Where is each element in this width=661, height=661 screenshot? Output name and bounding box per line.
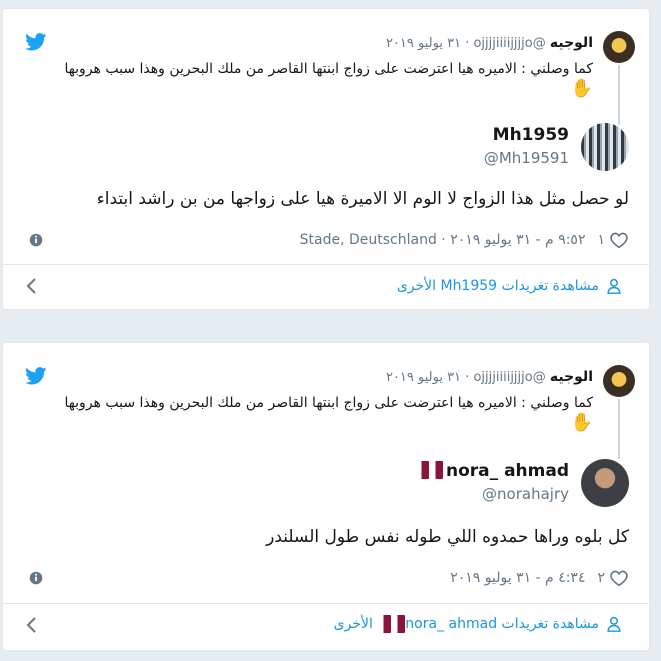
quoted-author-handle[interactable]: @ojjjjiiiijjjjo — [473, 36, 545, 51]
info-icon[interactable] — [27, 569, 45, 587]
quoted-tweet-text: كما وصلني : الاميره هيا اعترضت على زواج … — [33, 393, 593, 434]
card-divider — [3, 603, 649, 604]
quoted-author-handle[interactable]: @ojjjjiiiijjjjo — [473, 370, 545, 385]
tweet-location[interactable]: Stade, Deutschland — [300, 232, 437, 248]
quoted-author-name[interactable]: الوجيه — [550, 35, 593, 51]
view-more-tweets-link[interactable]: مشاهدة تغريدات Mh1959 الأخرى — [397, 277, 623, 295]
tweet-text: كل بلوه وراها حمدوه اللي طوله نفس طول ال… — [266, 527, 629, 547]
quoted-tweet-body: كما وصلني : الاميره هيا اعترضت على زواج … — [64, 61, 593, 77]
view-more-suffix: الأخرى — [333, 616, 373, 632]
tweet-timestamp[interactable]: ٩:٥٢ م - ٣١ يوليو ٢٠١٩ — [450, 232, 585, 248]
twitter-bird-icon[interactable] — [25, 367, 47, 385]
author-handle[interactable]: @Mh19591 — [484, 149, 569, 167]
thread-connector-line — [618, 399, 620, 459]
view-more-suffix: الأخرى — [396, 278, 437, 294]
view-more-author-name: Mh1959 — [440, 278, 498, 294]
tweet-meta-row: ١ ٩:٥٢ م - ٣١ يوليو ٢٠١٩ · Stade, Deutsc… — [300, 229, 629, 251]
author-name-row[interactable]: nora_ ahmad — [418, 461, 569, 481]
quoted-author-avatar[interactable] — [603, 365, 635, 397]
thread-connector-line — [618, 65, 620, 125]
author-avatar[interactable] — [581, 123, 629, 171]
raised-hand-emoji: ✋ — [570, 78, 593, 99]
tweet-card-mh1959: الوجيه @ojjjjiiiijjjjo · ٣١ يوليو ٢٠١٩ ك… — [2, 8, 650, 310]
info-icon[interactable] — [27, 231, 45, 249]
quoted-author-avatar[interactable] — [603, 31, 635, 63]
tweet-timestamp[interactable]: ٤:٣٤ م - ٣١ يوليو ٢٠١٩ — [450, 570, 585, 586]
person-icon — [607, 616, 621, 632]
chevron-left-icon[interactable] — [25, 616, 39, 634]
qatar-flag-icon — [432, 461, 444, 479]
separator-dot: · — [465, 36, 470, 51]
tweet-card-nora-ahmad: الوجيه @ojjjjiiiijjjjo · ٣١ يوليو ٢٠١٩ ك… — [2, 342, 650, 651]
view-more-author-name: nora_ ahmad — [405, 616, 498, 632]
like-count: ٢ — [597, 570, 605, 586]
view-more-prefix: مشاهدة تغريدات — [501, 616, 599, 632]
raised-hand-emoji: ✋ — [570, 412, 593, 433]
person-icon — [607, 278, 621, 294]
heart-icon[interactable] — [609, 569, 629, 587]
like-count: ١ — [597, 232, 605, 248]
author-name: nora_ ahmad — [446, 461, 569, 481]
view-more-prefix: مشاهدة تغريدات — [501, 278, 599, 294]
author-avatar[interactable] — [581, 459, 629, 507]
quoted-tweet-header: الوجيه @ojjjjiiiijjjjo · ٣١ يوليو ٢٠١٩ — [386, 35, 593, 51]
author-name[interactable]: Mh1959 — [493, 125, 569, 145]
qatar-flag-icon — [394, 615, 406, 633]
quoted-tweet-header: الوجيه @ojjjjiiiijjjjo · ٣١ يوليو ٢٠١٩ — [386, 369, 593, 385]
quoted-tweet-body: كما وصلني : الاميره هيا اعترضت على زواج … — [64, 395, 593, 411]
twitter-bird-icon[interactable] — [25, 33, 47, 51]
tweet-text: لو حصل مثل هذا الزواج لا الوم الا الامير… — [96, 189, 629, 209]
heart-icon[interactable] — [609, 231, 629, 249]
quoted-author-name[interactable]: الوجيه — [550, 369, 593, 385]
qatar-flag-icon — [380, 615, 392, 633]
qatar-flag-icon — [418, 461, 430, 479]
quoted-tweet-date[interactable]: ٣١ يوليو ٢٠١٩ — [386, 370, 461, 385]
author-handle[interactable]: @norahajry — [482, 485, 569, 503]
tweet-meta-row: ٢ ٤:٣٤ م - ٣١ يوليو ٢٠١٩ — [450, 567, 629, 589]
separator-dot: · — [465, 370, 470, 385]
view-more-tweets-link[interactable]: مشاهدة تغريدات nora_ ahmad الأخرى — [334, 615, 623, 633]
chevron-left-icon[interactable] — [25, 277, 39, 295]
quoted-tweet-date[interactable]: ٣١ يوليو ٢٠١٩ — [386, 36, 461, 51]
quoted-tweet-text: كما وصلني : الاميره هيا اعترضت على زواج … — [33, 59, 593, 100]
card-divider — [3, 264, 649, 265]
separator-dot: · — [436, 232, 451, 248]
